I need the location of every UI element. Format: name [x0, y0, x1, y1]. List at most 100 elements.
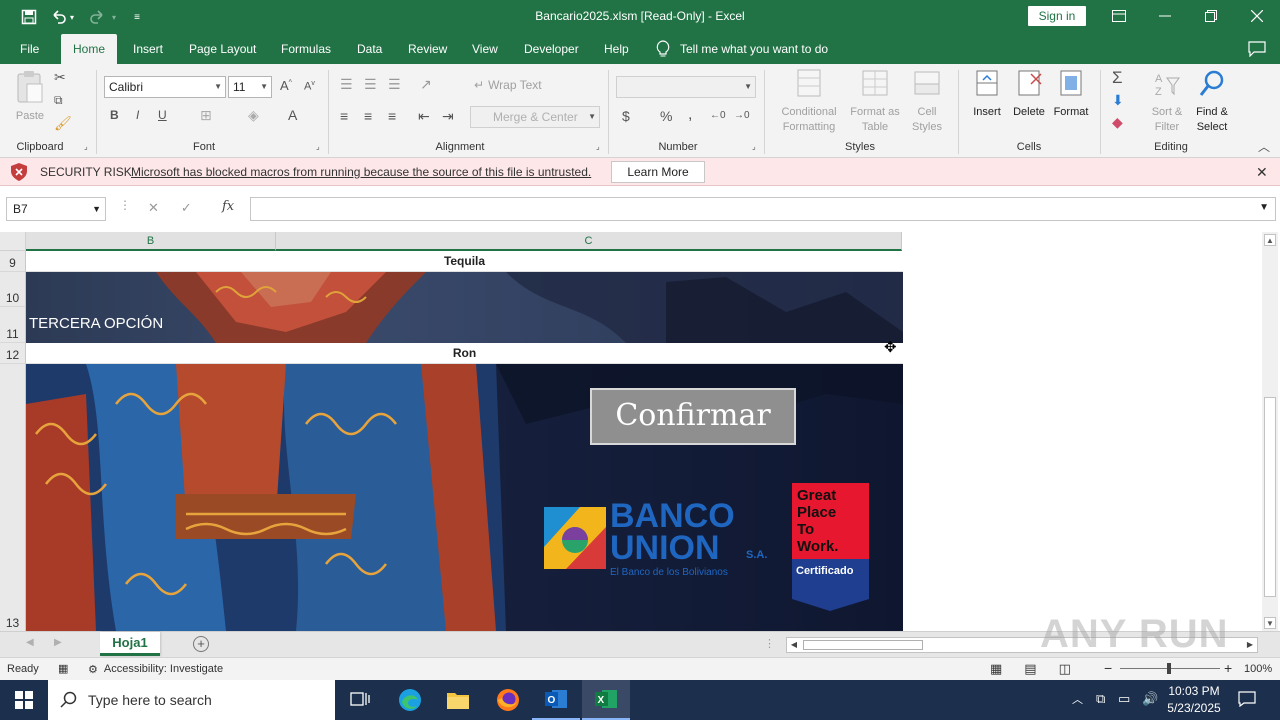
- fill-color-icon[interactable]: ◈: [248, 107, 259, 124]
- zoom-slider[interactable]: − +: [1104, 660, 1234, 677]
- percent-button[interactable]: %: [660, 108, 672, 124]
- borders-icon[interactable]: ⊞: [200, 107, 212, 124]
- firefox-icon[interactable]: [484, 680, 532, 720]
- tab-file[interactable]: File: [20, 34, 39, 64]
- currency-button[interactable]: $: [622, 108, 630, 124]
- close-security-bar-icon[interactable]: ✕: [1256, 164, 1268, 181]
- zoom-percent[interactable]: 100%: [1244, 663, 1272, 675]
- row-header-11[interactable]: 11: [0, 307, 26, 343]
- format-cells-button[interactable]: Format: [1050, 68, 1092, 120]
- expand-formula-bar-icon[interactable]: ▼: [1259, 202, 1269, 213]
- cell-row-9[interactable]: Tequila: [26, 251, 903, 272]
- comments-icon[interactable]: [1248, 41, 1266, 58]
- scroll-up-icon[interactable]: ▲: [1264, 234, 1276, 246]
- decrease-indent-icon[interactable]: ⇤: [418, 108, 430, 125]
- meet-now-icon[interactable]: ⧉: [1096, 691, 1105, 707]
- increase-font-icon[interactable]: A^: [280, 78, 292, 93]
- fill-icon[interactable]: ⬇: [1112, 92, 1124, 109]
- tab-data[interactable]: Data: [357, 34, 382, 64]
- format-as-table-button[interactable]: Format as Table: [846, 68, 904, 135]
- vertical-scroll-thumb[interactable]: [1264, 397, 1276, 597]
- clear-icon[interactable]: ◆: [1112, 114, 1123, 131]
- page-break-view-icon[interactable]: ◫: [1059, 661, 1071, 677]
- number-launcher-icon[interactable]: ⌟: [752, 142, 756, 151]
- page-layout-view-icon[interactable]: ▤: [1024, 661, 1036, 677]
- tab-home[interactable]: Home: [61, 34, 117, 64]
- autosum-icon[interactable]: Σ: [1112, 68, 1123, 88]
- volume-icon[interactable]: 🔊: [1142, 691, 1158, 707]
- row-header-12[interactable]: 12: [0, 343, 26, 364]
- clipboard-launcher-icon[interactable]: ⌟: [84, 142, 88, 151]
- horizontal-scroll-thumb[interactable]: [803, 640, 923, 650]
- align-middle-icon[interactable]: ☰: [364, 76, 377, 93]
- add-sheet-icon[interactable]: +: [193, 636, 209, 652]
- windows-start-icon[interactable]: [0, 680, 48, 720]
- merge-center-button[interactable]: Merge & Center ▼: [470, 106, 600, 128]
- worksheet-grid[interactable]: B C 9 10 11 12 13 Tequila TERCERA OPCIÓN: [0, 232, 1280, 631]
- file-explorer-icon[interactable]: [434, 680, 482, 720]
- tab-formulas[interactable]: Formulas: [281, 34, 331, 64]
- cut-icon[interactable]: ✂: [54, 69, 66, 86]
- underline-button[interactable]: U: [158, 108, 167, 122]
- paste-button[interactable]: Paste: [12, 70, 48, 124]
- row-header-9[interactable]: 9: [0, 251, 26, 272]
- increase-indent-icon[interactable]: ⇥: [442, 108, 454, 125]
- tab-splitter-icon[interactable]: ⋮: [764, 637, 775, 650]
- font-name-select[interactable]: Calibri ▼: [104, 76, 226, 98]
- scroll-right-icon[interactable]: ▶: [1243, 638, 1257, 652]
- cell-styles-button[interactable]: Cell Styles: [904, 68, 950, 135]
- wrap-text-button[interactable]: ↵ Wrap Text: [474, 78, 542, 93]
- cell-row-12[interactable]: Ron: [26, 343, 903, 364]
- row-header-10[interactable]: 10: [0, 272, 26, 307]
- insert-function-button[interactable]: fx: [222, 199, 234, 214]
- font-size-select[interactable]: 11 ▼: [228, 76, 272, 98]
- find-select-button[interactable]: Find & Select: [1190, 68, 1234, 135]
- enter-icon[interactable]: ✓: [181, 200, 192, 216]
- minimize-icon[interactable]: [1142, 0, 1188, 32]
- network-icon[interactable]: ▭: [1118, 691, 1130, 707]
- accessibility-status[interactable]: ⚙ Accessibility: Investigate: [88, 663, 223, 676]
- zoom-thumb[interactable]: [1167, 663, 1171, 674]
- align-top-icon[interactable]: ☰: [340, 76, 353, 93]
- insert-cells-button[interactable]: Insert: [966, 68, 1008, 120]
- macro-record-icon[interactable]: ▦: [58, 662, 68, 675]
- number-format-select[interactable]: ▼: [616, 76, 756, 98]
- restore-icon[interactable]: [1188, 0, 1234, 32]
- delete-cells-button[interactable]: Delete: [1008, 68, 1050, 120]
- tell-me-search[interactable]: Tell me what you want to do: [656, 34, 828, 64]
- sheet-tab-hoja1[interactable]: Hoja1: [100, 632, 160, 656]
- font-launcher-icon[interactable]: ⌟: [316, 142, 320, 151]
- sign-in-button[interactable]: Sign in: [1028, 6, 1086, 26]
- copy-icon[interactable]: ⧉: [54, 93, 63, 108]
- notifications-icon[interactable]: [1238, 691, 1256, 710]
- align-left-icon[interactable]: ≡: [340, 108, 348, 124]
- tab-view[interactable]: View: [472, 34, 498, 64]
- taskbar-clock[interactable]: 10:03 PM 5/23/2025: [1164, 683, 1224, 717]
- collapse-ribbon-icon[interactable]: ︿: [1258, 138, 1270, 155]
- tab-help[interactable]: Help: [604, 34, 629, 64]
- format-painter-icon[interactable]: 🖌: [54, 115, 72, 132]
- scroll-left-icon[interactable]: ◀: [787, 638, 801, 652]
- alignment-launcher-icon[interactable]: ⌟: [596, 142, 600, 151]
- decrease-decimal-icon[interactable]: →0: [734, 110, 750, 121]
- formula-input[interactable]: ▼: [250, 197, 1276, 221]
- show-hidden-icons-icon[interactable]: ︿: [1072, 691, 1083, 707]
- normal-view-icon[interactable]: ▦: [990, 661, 1002, 677]
- zoom-in-icon[interactable]: +: [1224, 660, 1232, 676]
- row-header-13[interactable]: 13: [0, 364, 26, 631]
- prev-sheet-icon[interactable]: ◀: [26, 637, 34, 648]
- name-box[interactable]: B7 ▼: [6, 197, 106, 221]
- learn-more-button[interactable]: Learn More: [611, 161, 705, 183]
- align-bottom-icon[interactable]: ☰: [388, 76, 401, 93]
- font-color-icon[interactable]: A: [288, 107, 297, 123]
- zoom-out-icon[interactable]: −: [1104, 660, 1112, 676]
- align-center-icon[interactable]: ≡: [364, 108, 372, 124]
- tab-developer[interactable]: Developer: [524, 34, 579, 64]
- comma-button[interactable]: ,: [688, 106, 692, 124]
- sort-filter-button[interactable]: AZ Sort & Filter: [1144, 68, 1190, 135]
- excel-taskbar-icon[interactable]: X: [582, 680, 630, 720]
- align-right-icon[interactable]: ≡: [388, 108, 396, 124]
- edge-icon[interactable]: [386, 680, 434, 720]
- select-all-corner[interactable]: [0, 232, 26, 251]
- bold-button[interactable]: B: [110, 108, 119, 122]
